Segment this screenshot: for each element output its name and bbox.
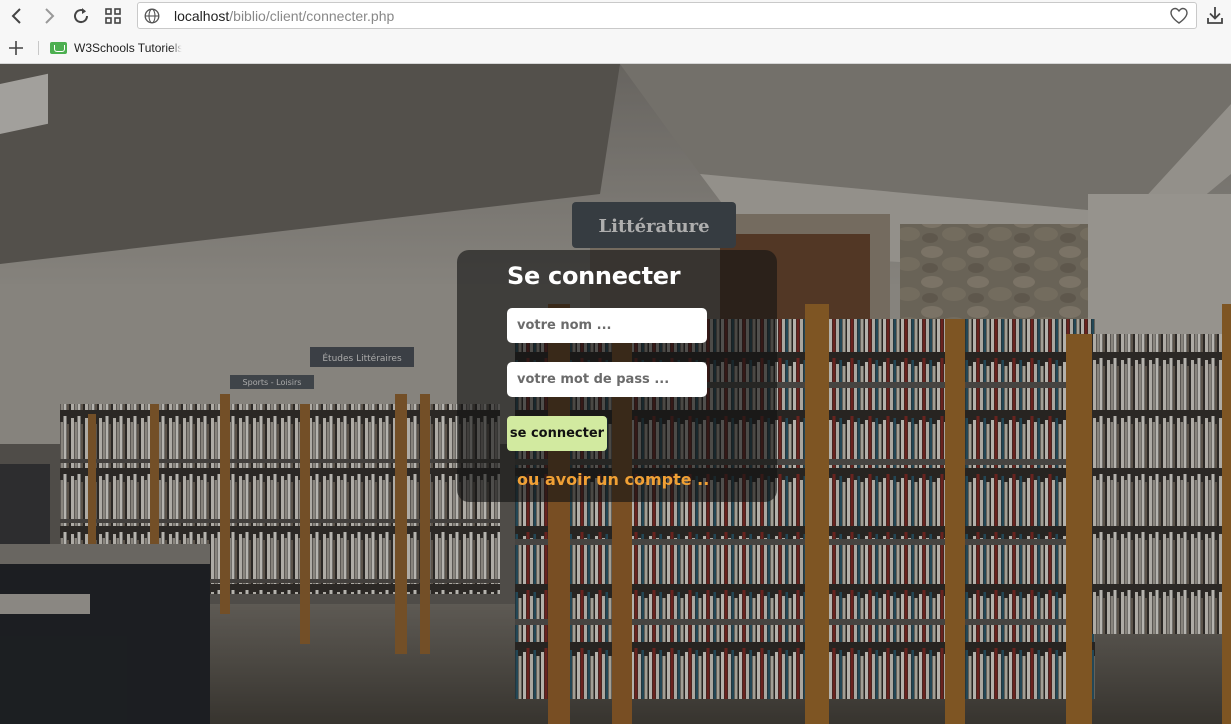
register-link[interactable]: ou avoir un compte .. (517, 470, 709, 489)
url-path: /biblio/client/connecter.php (229, 8, 395, 24)
back-icon[interactable] (5, 4, 29, 28)
bookmark-label: W3Schools Tutoriels (74, 41, 184, 55)
bookmark-w3schools[interactable]: W3Schools Tutoriels (50, 39, 184, 57)
w3schools-favicon-icon (50, 42, 67, 54)
login-title: Se connecter (507, 262, 681, 290)
forward-icon[interactable] (37, 4, 61, 28)
address-bar[interactable]: localhost/biblio/client/connecter.php (137, 2, 1197, 29)
speed-dial-icon[interactable] (101, 4, 125, 28)
password-input[interactable] (507, 362, 707, 397)
browser-toolbar: localhost/biblio/client/connecter.php (0, 0, 1231, 32)
login-form: Se connecter se connecter ou avoir un co… (457, 250, 777, 502)
bookmarks-bar: W3Schools Tutoriels (0, 32, 1231, 64)
bookmark-heart-icon[interactable] (1170, 7, 1188, 25)
plus-icon[interactable] (6, 39, 26, 57)
page-viewport: Littérature Études Littéraires Sports - … (0, 64, 1231, 724)
username-input[interactable] (507, 308, 707, 343)
login-button[interactable]: se connecter (507, 416, 607, 451)
url-host: localhost (174, 8, 230, 24)
globe-icon (144, 8, 160, 24)
bookmarks-divider (38, 41, 39, 55)
url-text[interactable]: localhost/biblio/client/connecter.php (174, 8, 394, 24)
reload-icon[interactable] (69, 4, 93, 28)
download-icon[interactable] (1204, 4, 1226, 26)
